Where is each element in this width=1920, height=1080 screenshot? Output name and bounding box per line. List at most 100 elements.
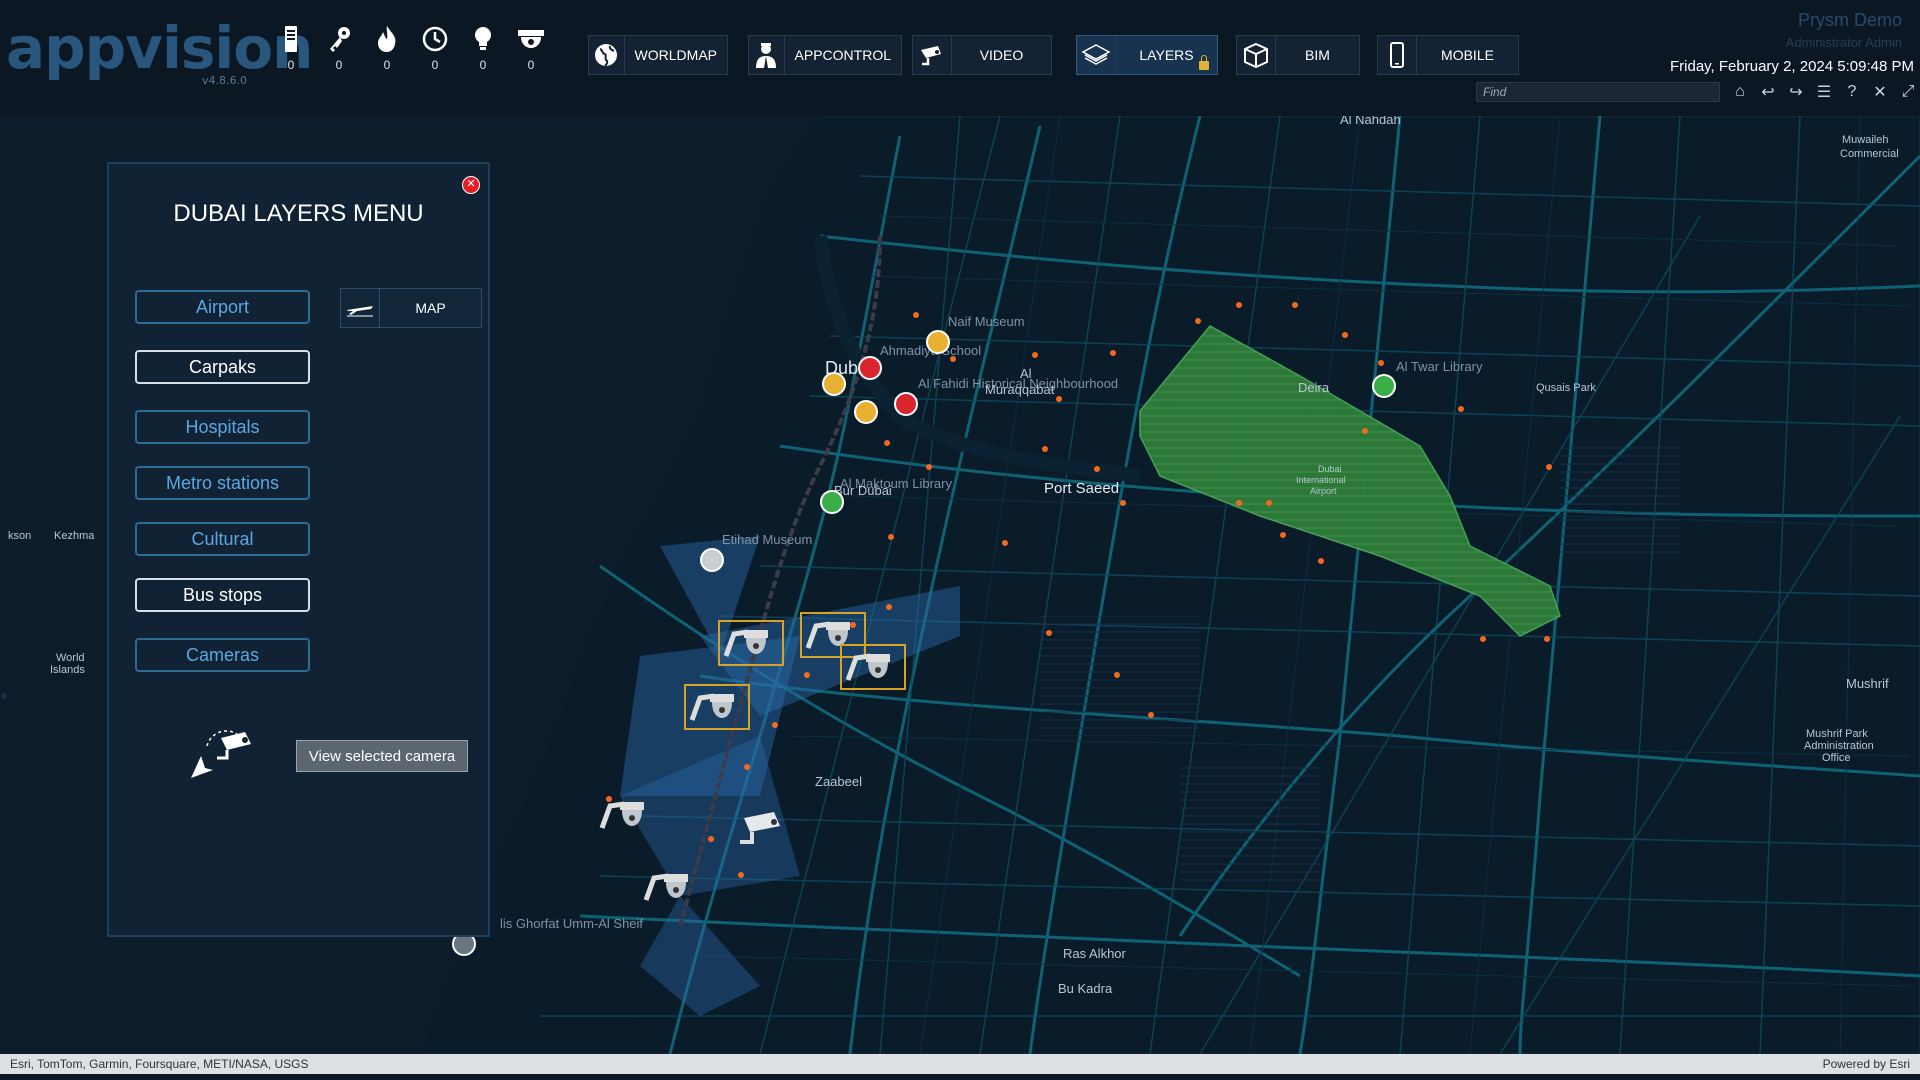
museum-icon[interactable]	[926, 330, 950, 354]
bus-stop-marker[interactable]	[1480, 636, 1486, 642]
layer-bus-stops-button[interactable]: Bus stops	[135, 578, 310, 612]
map-label: Al Twar Library	[1396, 359, 1483, 374]
bus-stop-marker[interactable]	[1195, 318, 1201, 324]
bus-stop-marker[interactable]	[1378, 360, 1384, 366]
camera-marker-selected[interactable]	[840, 644, 906, 690]
bus-stop-marker[interactable]	[1114, 672, 1120, 678]
view-selected-camera-button[interactable]: View selected camera	[296, 740, 468, 772]
museum-icon[interactable]	[822, 372, 846, 396]
bus-stop-marker[interactable]	[1318, 558, 1324, 564]
bim-label: BIM	[1305, 47, 1330, 63]
counter-fire[interactable]: 0	[370, 24, 404, 72]
appcontrol-button[interactable]: APPCONTROL	[748, 35, 902, 75]
counter-key[interactable]: 0	[322, 24, 356, 72]
bus-stop-marker[interactable]	[1042, 446, 1048, 452]
cctv-camera-icon	[740, 812, 780, 844]
layers-icon	[1081, 44, 1111, 65]
bus-stop-marker[interactable]	[1280, 532, 1286, 538]
counter-bulb[interactable]: 0	[466, 24, 500, 72]
bus-stop-marker[interactable]	[1546, 464, 1552, 470]
mobile-button[interactable]: MOBILE	[1377, 35, 1519, 75]
bus-stop-marker[interactable]	[1148, 712, 1154, 718]
layer-cultural-button[interactable]: Cultural	[135, 522, 310, 556]
bus-stop-marker[interactable]	[888, 534, 894, 540]
bus-stop-marker[interactable]	[1544, 636, 1550, 642]
camera-marker[interactable]	[596, 794, 650, 834]
bus-stop-marker[interactable]	[1120, 500, 1126, 506]
layer-metro-stations-button[interactable]: Metro stations	[135, 466, 310, 500]
map-label: lis Ghorfat Umm-Al Sheif	[500, 916, 644, 931]
map-label: Kezhma	[54, 530, 95, 542]
bus-stop-marker[interactable]	[804, 672, 810, 678]
hospital-icon[interactable]	[858, 356, 882, 380]
help-icon[interactable]: ?	[1842, 82, 1862, 102]
bus-stop-marker[interactable]	[1362, 428, 1368, 434]
bus-stop-marker[interactable]	[1094, 466, 1100, 472]
list-icon[interactable]: ☰	[1814, 82, 1834, 102]
hospital-icon[interactable]	[894, 392, 918, 416]
map-label: Office	[1822, 752, 1851, 764]
home-icon[interactable]: ⌂	[1730, 82, 1750, 102]
bus-stop-marker[interactable]	[913, 312, 919, 318]
tools-icon[interactable]: ✕	[1870, 82, 1890, 102]
bus-stop-marker[interactable]	[1056, 396, 1062, 402]
bus-stop-marker[interactable]	[1292, 302, 1298, 308]
bus-stop-marker[interactable]	[738, 872, 744, 878]
museum-icon[interactable]	[854, 400, 878, 424]
map-label: Muwaileh	[1842, 134, 1889, 146]
close-icon[interactable]: ✕	[462, 176, 480, 194]
powered-by-text[interactable]: Powered by Esri	[1823, 1057, 1910, 1071]
attribution-text: Esri, TomTom, Garmin, Foursquare, METI/N…	[10, 1057, 309, 1071]
layers-menu-panel: ✕ DUBAI LAYERS MENU Airport Carpaks Hosp…	[107, 162, 490, 937]
counter-value: 0	[383, 58, 391, 72]
bus-stop-marker[interactable]	[1236, 302, 1242, 308]
user-role: Administrator Admin	[1785, 35, 1902, 50]
layer-carpaks-button[interactable]: Carpaks	[135, 350, 310, 384]
layer-cameras-button[interactable]: Cameras	[135, 638, 310, 672]
cctv-icon	[921, 46, 941, 66]
camera-marker-selected[interactable]	[718, 620, 784, 666]
worldmap-button[interactable]: WORLDMAP	[588, 35, 728, 75]
bus-stop-marker[interactable]	[1046, 630, 1052, 636]
bus-stop-marker[interactable]	[886, 604, 892, 610]
counter-dome[interactable]: 0	[514, 24, 548, 72]
bus-stop-marker[interactable]	[708, 836, 714, 842]
appcontrol-label: APPCONTROL	[794, 47, 891, 63]
library-icon[interactable]	[1372, 374, 1396, 398]
bus-stop-marker[interactable]	[1002, 540, 1008, 546]
video-button[interactable]: VIDEO	[912, 35, 1052, 75]
clock-icon	[422, 26, 448, 52]
airport-map-button[interactable]: MAP	[340, 288, 482, 328]
fullscreen-icon[interactable]: ⤢	[1898, 82, 1918, 102]
bus-stop-marker[interactable]	[1236, 500, 1242, 506]
bim-button[interactable]: BIM	[1236, 35, 1360, 75]
museum-icon[interactable]	[700, 548, 724, 572]
bus-stop-marker[interactable]	[950, 356, 956, 362]
bus-stop-marker[interactable]	[1110, 350, 1116, 356]
back-icon[interactable]: ↩	[1758, 82, 1778, 102]
select-camera-icon	[191, 730, 251, 778]
layer-airport-button[interactable]: Airport	[135, 290, 310, 324]
bus-stop-marker[interactable]	[884, 440, 890, 446]
layers-button[interactable]: LAYERS	[1076, 35, 1218, 75]
camera-marker[interactable]	[640, 866, 694, 906]
forward-icon[interactable]: ↪	[1786, 82, 1806, 102]
bus-stop-marker[interactable]	[772, 722, 778, 728]
camera-marker[interactable]	[734, 810, 788, 850]
library-icon[interactable]	[820, 490, 844, 514]
map-label: Commercial	[1840, 148, 1899, 160]
server-icon	[285, 26, 297, 52]
camera-marker-selected[interactable]	[684, 684, 750, 730]
bus-stop-marker[interactable]	[1342, 332, 1348, 338]
bus-stop-marker[interactable]	[1032, 352, 1038, 358]
bus-stop-marker[interactable]	[1458, 406, 1464, 412]
bus-stop-marker[interactable]	[926, 464, 932, 470]
search-input[interactable]	[1476, 82, 1720, 102]
counter-server[interactable]: 0	[274, 24, 308, 72]
map-label: Etihad Museum	[722, 532, 813, 547]
bus-stop-marker[interactable]	[1266, 500, 1272, 506]
counter-clock[interactable]: 0	[418, 24, 452, 72]
layer-hospitals-button[interactable]: Hospitals	[135, 410, 310, 444]
bus-stop-marker[interactable]	[744, 764, 750, 770]
user-info[interactable]: Prysm Demo Administrator Admin	[1786, 10, 1902, 50]
